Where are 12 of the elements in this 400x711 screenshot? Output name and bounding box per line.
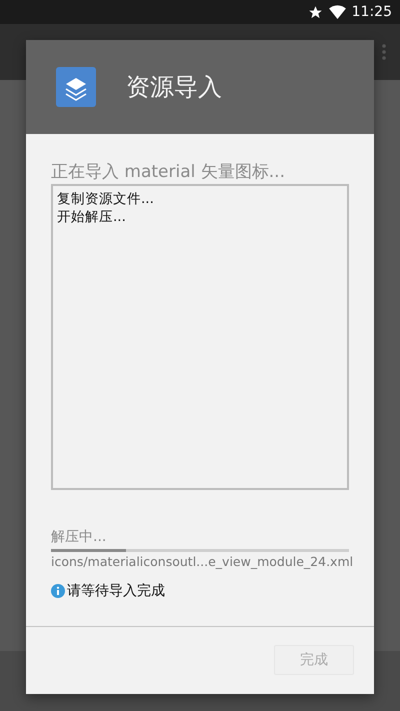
wait-notice: 请等待导入完成 <box>67 582 165 600</box>
status-time: 11:25 <box>352 4 392 20</box>
wifi-icon <box>328 5 346 19</box>
more-menu-icon[interactable] <box>382 44 386 60</box>
dialog-title: 资源导入 <box>126 72 222 103</box>
progress-label: 解压中... <box>51 528 108 546</box>
import-message: 正在导入 material 矢量图标... <box>51 160 286 184</box>
info-icon <box>51 584 65 598</box>
star-icon <box>308 4 323 20</box>
layers-icon <box>56 66 96 107</box>
log-line: 开始解压... <box>57 208 127 226</box>
log-line: 复制资源文件... <box>57 190 155 208</box>
